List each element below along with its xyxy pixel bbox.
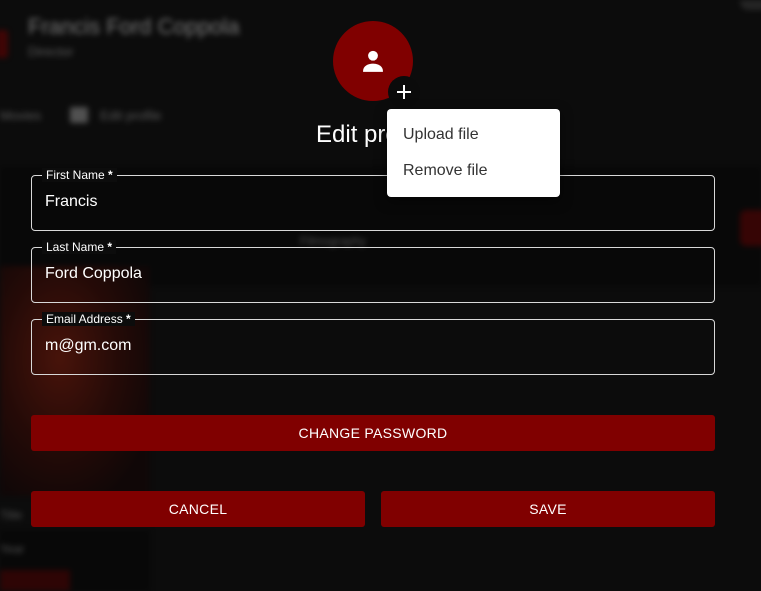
last-name-label: Last Name * — [42, 240, 117, 254]
background-bottom-red — [0, 570, 70, 591]
first-name-field[interactable]: First Name * — [31, 168, 715, 231]
last-name-required-mark: * — [104, 240, 113, 254]
file-menu: Upload file Remove file — [387, 109, 560, 197]
background-bottom-text-2: Year — [0, 542, 25, 556]
change-password-button[interactable]: CHANGE PASSWORD — [31, 415, 715, 451]
email-required-mark: * — [122, 312, 131, 326]
background-mid-text: Filmography — [300, 234, 367, 248]
first-name-required-mark: * — [104, 168, 113, 182]
background-app-title: Francis Ford Coppola — [28, 14, 240, 39]
plus-icon — [397, 85, 411, 99]
menu-item-remove-file[interactable]: Remove file — [387, 153, 560, 189]
background-nav-movies: Movies — [0, 108, 42, 123]
background-nav-edit: Edit profile — [100, 108, 162, 123]
background-nav-icon — [70, 107, 88, 123]
email-label-text: Email Address — [46, 312, 123, 326]
email-field[interactable]: Email Address * — [31, 312, 715, 375]
add-photo-button[interactable] — [388, 76, 420, 108]
last-name-label-text: Last Name — [46, 240, 105, 254]
email-label: Email Address * — [42, 312, 135, 326]
background-right-badge — [740, 210, 761, 246]
person-icon — [363, 50, 383, 72]
last-name-input[interactable] — [45, 262, 695, 286]
email-input[interactable] — [45, 334, 695, 358]
save-button[interactable]: SAVE — [381, 491, 715, 527]
last-name-field[interactable]: Last Name * — [31, 240, 715, 303]
background-bottom-text-1: Title — [0, 508, 23, 522]
first-name-input[interactable] — [45, 190, 695, 214]
menu-item-upload-file[interactable]: Upload file — [387, 117, 560, 153]
background-corner-tab — [740, 0, 761, 10]
cancel-button[interactable]: CANCEL — [31, 491, 365, 527]
background-logo — [0, 30, 8, 58]
first-name-label: First Name * — [42, 168, 117, 182]
first-name-label-text: First Name — [46, 168, 105, 182]
background-app-subtitle: Director — [28, 44, 74, 59]
